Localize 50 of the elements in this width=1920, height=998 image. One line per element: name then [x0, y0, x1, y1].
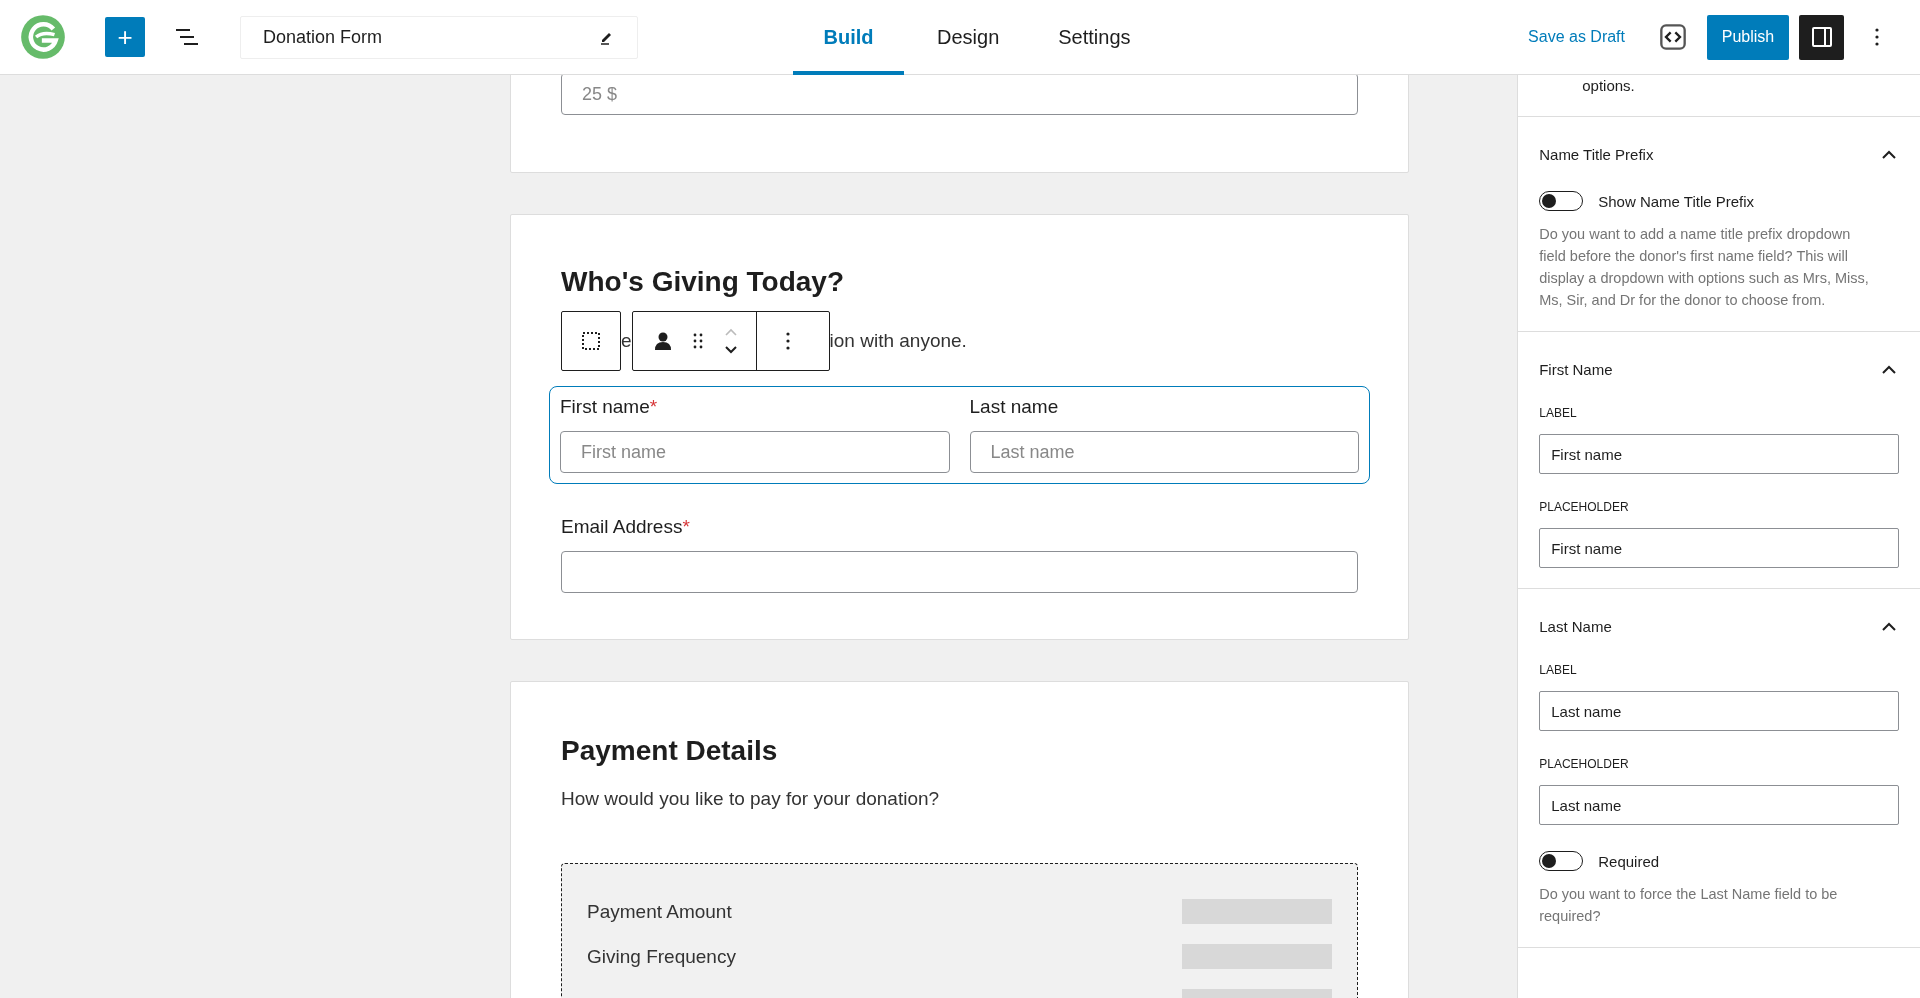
form-title-field[interactable]: Donation Form	[240, 15, 638, 59]
section-description: e	[621, 329, 632, 352]
list-view-icon[interactable]	[175, 28, 199, 46]
drag-handle-icon[interactable]	[692, 332, 703, 349]
name-block[interactable]: First name* First name Last name Last name	[549, 386, 1370, 484]
field-label: PLACEHOLDER	[1539, 500, 1630, 514]
chevron-icon[interactable]	[1882, 149, 1896, 159]
field-label: LABEL	[1539, 406, 1578, 420]
payment-row-label: Payment Amount	[587, 900, 732, 923]
field-label: PLACEHOLDER	[1539, 757, 1630, 771]
tab[interactable]: Design	[904, 0, 1026, 75]
publish-button[interactable]: Publish	[1707, 14, 1789, 60]
sidebar-panel-icon	[1811, 27, 1832, 47]
dashed-square-icon	[581, 330, 601, 351]
select-parent-button[interactable]	[561, 310, 621, 371]
field-label: Email Address*	[561, 516, 691, 538]
sidebar-text: options.	[1582, 77, 1635, 94]
section-description: How would you like to pay for your donation?	[561, 788, 941, 810]
section-title: Who's Giving Today?	[561, 265, 846, 299]
field-label: First name*	[560, 396, 659, 418]
save-draft-link[interactable]: Save as Draft	[1528, 28, 1625, 46]
help-text: Do you want to add a name title prefix dropdown field before the donor's first name field? This will display a dropdown with options such as Mrs, Miss, Ms, Sir, and Dr for the donor to choose from.	[1539, 225, 1870, 310]
name-field[interactable]: Last name	[969, 431, 1359, 473]
chevron-icon[interactable]	[1882, 364, 1896, 374]
help-text: Do you want to force the Last Name field to be required?	[1539, 885, 1839, 926]
text-field[interactable]: First name	[1539, 528, 1899, 568]
field-label: Last name	[969, 396, 1060, 418]
panel-title[interactable]: Name Title Prefix	[1539, 145, 1654, 163]
name-field[interactable]: First name	[560, 431, 950, 473]
toggle-label: Required	[1598, 852, 1660, 870]
section-title: Payment Details	[561, 734, 779, 768]
amount-field[interactable]: 25 $	[561, 75, 1358, 115]
more-options-icon[interactable]	[785, 331, 790, 350]
sidebar-toggle-button[interactable]	[1799, 14, 1844, 60]
panel-title[interactable]: First Name	[1539, 360, 1613, 378]
field-label: LABEL	[1539, 663, 1578, 677]
person-icon[interactable]	[652, 330, 673, 351]
tab[interactable]: Settings	[1025, 0, 1157, 75]
section-description: ion with anyone.	[829, 329, 967, 352]
chevron-icon[interactable]	[1882, 621, 1896, 631]
text-field[interactable]: Last name	[1539, 785, 1899, 825]
text-field[interactable]: First name	[1539, 434, 1899, 474]
add-block-button[interactable]: +	[105, 17, 145, 57]
email-field[interactable]	[561, 551, 1358, 593]
more-options-icon[interactable]	[1875, 28, 1879, 46]
toggle-label: Show Name Title Prefix	[1598, 192, 1755, 210]
panel-title[interactable]: Last Name	[1539, 617, 1612, 635]
payment-row-label: Giving Frequency	[587, 945, 736, 968]
text-field[interactable]: Last name	[1539, 691, 1899, 731]
code-icon[interactable]	[1659, 23, 1687, 51]
